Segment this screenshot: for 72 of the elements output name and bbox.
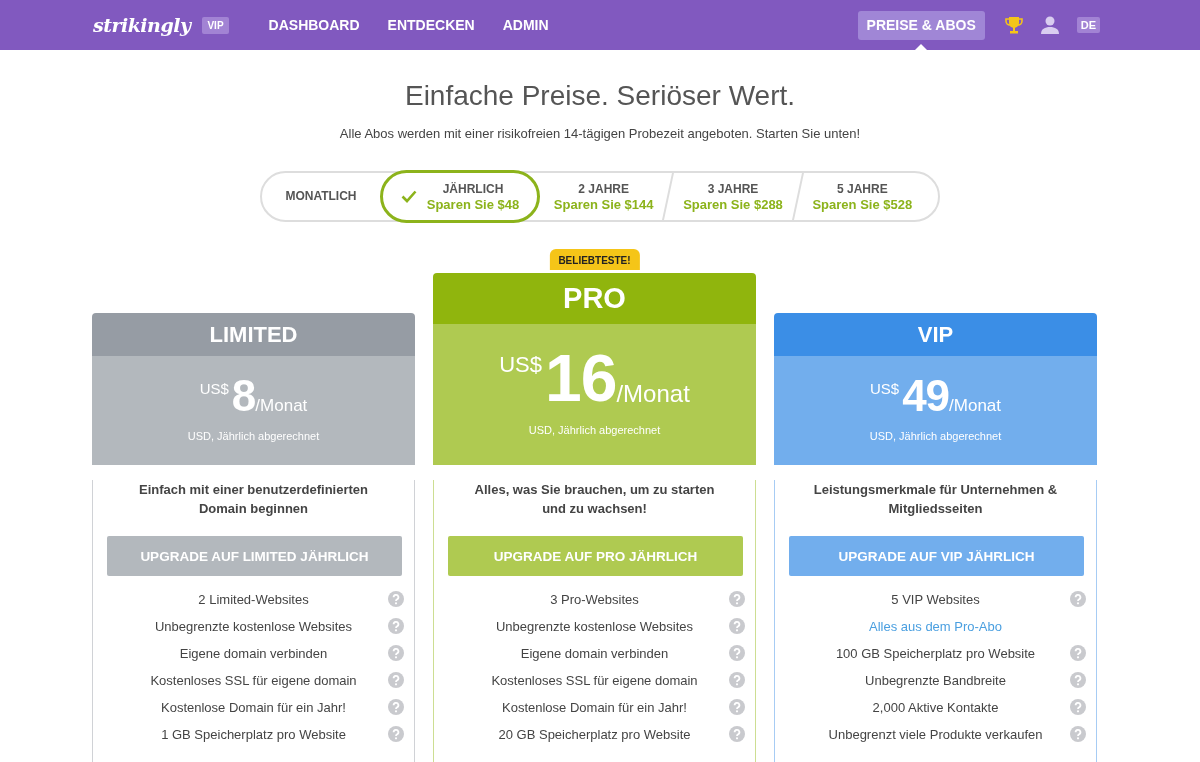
help-icon[interactable] <box>729 726 745 742</box>
price-currency: US$ <box>869 380 900 397</box>
billing-option[interactable]: 5 JAHRE Sparen Sie $528 <box>798 173 938 220</box>
plan-header: PRO <box>433 273 756 324</box>
price-period: /Monat <box>255 396 308 416</box>
feature-text: Unbegrenzte kostenlose Websites <box>495 619 693 634</box>
billing-option[interactable]: 2 JAHRE Sparen Sie $144 <box>540 173 668 220</box>
plan-header: VIP <box>774 313 1097 356</box>
page-title: Einfache Preise. Seriöser Wert. <box>403 80 797 112</box>
user-icon[interactable] <box>1040 16 1059 34</box>
help-icon[interactable] <box>388 645 404 661</box>
feature-text: Kostenlose Domain für ein Jahr! <box>502 700 687 715</box>
feature-text: 2,000 Aktive Kontakte <box>872 700 999 715</box>
help-icon[interactable] <box>1070 672 1086 688</box>
plan-badge: VIP <box>202 16 229 34</box>
billing-note: USD, Jährlich abgerechnet <box>527 424 662 436</box>
price-currency: US$ <box>199 380 229 397</box>
help-icon[interactable] <box>388 699 404 715</box>
help-icon[interactable] <box>729 645 745 661</box>
help-icon[interactable] <box>729 618 745 634</box>
price-amount: 8 <box>231 374 256 418</box>
billing-option[interactable]: 3 JAHRE Sparen Sie $288 <box>669 173 797 220</box>
feature-text: Unbegrenzte Bandbreite <box>865 673 1006 688</box>
trophy-icon[interactable] <box>1004 16 1023 34</box>
nav-link[interactable]: ADMIN <box>502 17 549 33</box>
plan-description: Alles, was Sie brauchen, um zu starten und zu wachsen! <box>473 481 716 518</box>
help-icon[interactable] <box>1070 726 1086 742</box>
help-icon[interactable] <box>729 672 745 688</box>
active-pointer-icon <box>914 43 929 51</box>
feature-text: Eigene domain verbinden <box>179 646 328 661</box>
feature-text: 2 Limited-Websites <box>198 592 309 607</box>
popular-badge: BELIEBTESTE! <box>549 249 640 270</box>
page-subtitle: Alle Abos werden mit einer risikofreien 14-tägigen Probezeit angeboten. Starten Sie unten! <box>338 126 862 141</box>
price-period: /Monat <box>949 396 1002 416</box>
help-icon[interactable] <box>388 591 404 607</box>
price-period: /Monat <box>616 380 690 408</box>
help-icon[interactable] <box>388 618 404 634</box>
feature-text: 100 GB Speicherplatz pro Website <box>835 646 1036 661</box>
feature-text: Kostenloses SSL für eigene domain <box>150 673 357 688</box>
price-amount: 49 <box>902 374 950 418</box>
help-icon[interactable] <box>1070 645 1086 661</box>
nav-link[interactable]: ENTDECKEN <box>387 17 475 33</box>
language-button[interactable]: DE <box>1076 17 1100 33</box>
plan-description: Leistungsmerkmale für Unternehmen & Mitgliedsseiten <box>812 481 1059 518</box>
feature-link[interactable]: Alles aus dem Pro-Abo <box>869 619 1002 634</box>
feature-text: Unbegrenzt viele Produkte verkaufen <box>828 727 1043 742</box>
plan-header: LIMITED <box>92 313 415 356</box>
feature-text: Kostenlose Domain für ein Jahr! <box>161 700 346 715</box>
feature-text: 3 Pro-Websites <box>550 592 639 607</box>
help-icon[interactable] <box>388 672 404 688</box>
help-icon[interactable] <box>729 699 745 715</box>
check-icon <box>400 190 417 203</box>
billing-option[interactable]: MONATLICH <box>262 173 380 220</box>
billing-note: USD, Jährlich abgerechnet <box>868 430 1003 442</box>
feature-text: 1 GB Speicherplatz pro Website <box>161 727 346 742</box>
feature-text: Eigene domain verbinden <box>520 646 669 661</box>
feature-text: Kostenloses SSL für eigene domain <box>491 673 698 688</box>
logo[interactable]: strikingly <box>93 14 191 36</box>
price-amount: 16 <box>545 346 617 410</box>
price-currency: US$ <box>499 352 542 378</box>
help-icon[interactable] <box>1070 699 1086 715</box>
plan-description: Einfach mit einer benutzerdefinierten Domain beginnen <box>138 481 369 518</box>
nav-link[interactable]: DASHBOARD <box>268 17 360 33</box>
feature-text: 5 VIP Websites <box>891 592 980 607</box>
help-icon[interactable] <box>388 726 404 742</box>
billing-note: USD, Jährlich abgerechnet <box>186 430 321 442</box>
help-icon[interactable] <box>729 591 745 607</box>
billing-option[interactable]: JÄHRLICH Sparen Sie $48 <box>380 170 540 223</box>
feature-text: Unbegrenzte kostenlose Websites <box>154 619 352 634</box>
help-icon[interactable] <box>1070 591 1086 607</box>
nav-link[interactable]: PREISE & ABOS <box>857 10 985 40</box>
feature-text: 20 GB Speicherplatz pro Website <box>498 727 691 742</box>
